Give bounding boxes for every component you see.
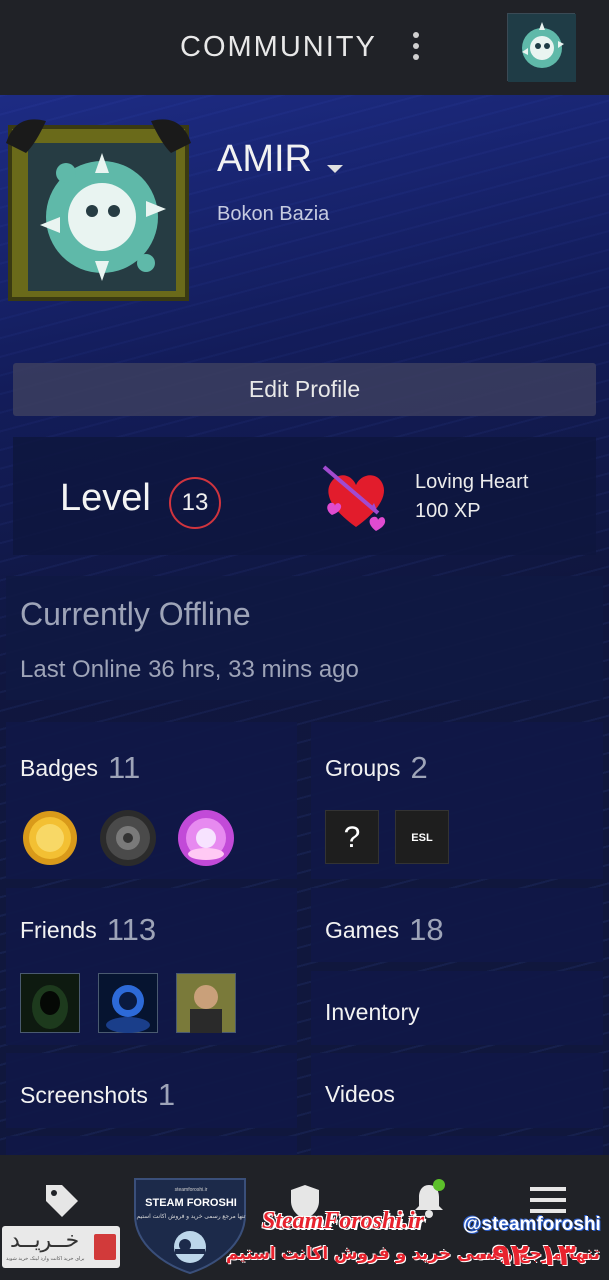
- watermark-small-url: steamforoshi.ir: [174, 1187, 208, 1193]
- chevron-down-icon[interactable]: [327, 165, 343, 173]
- videos-tile[interactable]: Videos: [311, 1053, 603, 1128]
- watermark-site: SteamForoshi.ir: [262, 1208, 425, 1234]
- watermark-buy-box: خــریــد برای خرید اکانت وارد لینک خرید …: [2, 1226, 120, 1268]
- inventory-label: Inventory: [325, 999, 420, 1025]
- groups-label: Groups 2: [325, 750, 428, 785]
- tag-icon[interactable]: [42, 1181, 80, 1224]
- group-esl-icon[interactable]: ESL: [395, 810, 449, 864]
- groups-count: 2: [410, 750, 428, 785]
- inventory-tile[interactable]: Inventory: [311, 971, 603, 1045]
- edit-profile-button[interactable]: Edit Profile: [13, 363, 596, 416]
- screenshots-count: 1: [157, 1077, 176, 1112]
- page-title: COMMUNITY: [180, 31, 377, 63]
- last-online: Last Online 36 hrs, 33 mins ago: [20, 656, 359, 683]
- friends-count: 113: [106, 912, 157, 947]
- friends-label: Friends 113: [20, 912, 157, 947]
- games-label: Games 18: [325, 912, 444, 947]
- coin-badge-icon: [20, 808, 80, 868]
- online-status: Currently Offline: [20, 596, 251, 632]
- friend-avatar[interactable]: [97, 972, 159, 1034]
- top-bar: COMMUNITY: [0, 0, 609, 95]
- flower-badge-icon: [176, 808, 236, 868]
- level-value: 13: [169, 477, 221, 529]
- friend-avatar[interactable]: [175, 972, 237, 1034]
- badges-count: 11: [108, 750, 141, 785]
- badge-name: Loving Heart: [415, 471, 529, 493]
- badges-label: Badges 11: [20, 750, 141, 785]
- groups-tile[interactable]: Groups 2 ? ESL: [311, 722, 603, 879]
- screenshots-label: Screenshots 1: [20, 1077, 176, 1112]
- level-label: Level: [60, 477, 151, 519]
- status-card: Currently Offline Last Online 36 hrs, 33…: [6, 576, 603, 700]
- tire-badge-icon: [98, 808, 158, 868]
- friend-avatar[interactable]: [19, 972, 81, 1034]
- friends-tile[interactable]: Friends 113: [6, 888, 297, 1045]
- more-vertical-icon[interactable]: [409, 32, 423, 64]
- watermark-buy-label: خــریــد: [10, 1228, 80, 1253]
- badge-xp: 100 XP: [415, 500, 481, 522]
- level-card[interactable]: Level 13 Loving Heart 100 XP: [13, 437, 596, 555]
- games-tile[interactable]: Games 18: [311, 888, 603, 962]
- group-unknown-icon[interactable]: ?: [325, 810, 379, 864]
- real-name: Bokon Bazia: [217, 203, 330, 225]
- profile-avatar[interactable]: [6, 113, 191, 303]
- watermark-buy-sub: برای خرید اکانت وارد لینک خرید شوید: [6, 1256, 85, 1262]
- user-avatar-icon[interactable]: [507, 13, 576, 82]
- watermark-phone: ۰۹۲ ۱۳۰ ۳۱۷۰: [474, 1238, 595, 1280]
- watermark-logo-title: STEAM FOROSHI: [145, 1197, 237, 1209]
- username[interactable]: AMIR: [217, 138, 312, 181]
- tile-partial[interactable]: [6, 1136, 297, 1155]
- videos-label: Videos: [325, 1081, 395, 1107]
- screenshots-tile[interactable]: Screenshots 1: [6, 1053, 297, 1128]
- cart-icon: [94, 1234, 116, 1260]
- watermark-logo-sub: تنها مرجع رسمی خرید و فروش اکانت استیم: [136, 1214, 246, 1220]
- badges-tile[interactable]: Badges 11: [6, 722, 297, 879]
- heart-badge-icon: [318, 457, 393, 537]
- games-count: 18: [409, 912, 444, 947]
- tile-partial[interactable]: [311, 1136, 603, 1155]
- watermark-handle: @steamforoshi: [463, 1214, 601, 1235]
